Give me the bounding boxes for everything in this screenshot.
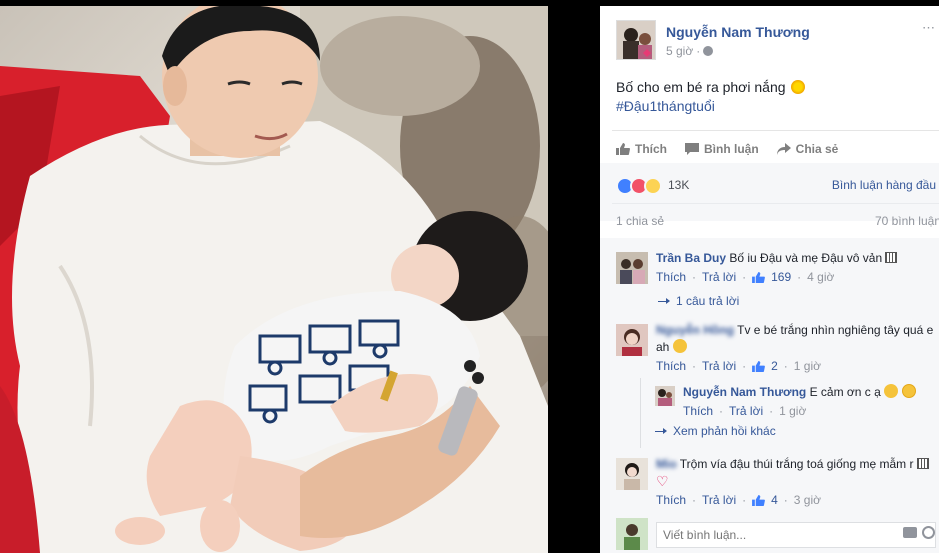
comment-actions: Thích · Trả lời · 4 · 3 giờ — [656, 492, 822, 509]
comment-time[interactable]: 1 giờ — [794, 358, 821, 375]
comment-actions: Thích · Trả lời · 2 · 1 giờ — [656, 358, 822, 375]
comment-like-count[interactable]: 4 — [771, 492, 778, 509]
reply-thread: Nguyễn Nam Thương E cảm ơn c ạ Thích · T… — [640, 378, 930, 448]
comment-time[interactable]: 4 giờ — [807, 269, 834, 286]
comment-like-count[interactable]: 2 — [771, 358, 778, 375]
author-name[interactable]: Nguyễn Nam Thương — [666, 24, 810, 40]
post-caption: Bố cho em bé ra phơi nắng — [616, 79, 786, 95]
comments-list: Trần Ba Duy Bố iu Đậu và mẹ Đậu vô vản T… — [600, 238, 939, 553]
emoji-icon — [885, 252, 898, 263]
view-replies-label: 1 câu trả lời — [676, 294, 740, 308]
share-label: Chia sẻ — [795, 142, 839, 156]
author-avatar[interactable] — [616, 20, 656, 60]
camera-icon[interactable] — [903, 527, 917, 538]
reaction-icons[interactable] — [616, 177, 662, 195]
comment-button[interactable]: Bình luận — [685, 142, 759, 156]
comment-body: Mio Trộm vía đậu thúi trắng toá giống mẹ… — [656, 456, 936, 509]
commenter-avatar[interactable] — [616, 324, 648, 356]
comment-text: Bố iu Đậu và mẹ Đậu vô vản — [729, 251, 883, 265]
post-header: Nguyễn Nam Thương 5 giờ · ⋯ — [616, 20, 936, 70]
wow-reaction-icon — [644, 177, 662, 195]
comment-actions: Thích · Trả lời · 169 · 4 giờ — [656, 269, 835, 286]
thumbs-up-icon — [616, 143, 630, 155]
globe-icon — [703, 46, 714, 56]
photo-viewer — [0, 0, 600, 553]
reply-arrow-icon — [655, 427, 667, 434]
comment-time[interactable]: 3 giờ — [794, 492, 821, 509]
comment-author[interactable]: Nguyễn Hồng — [656, 323, 734, 337]
comment-time[interactable]: 1 giờ — [779, 403, 806, 420]
view-replies-link[interactable]: 1 câu trả lời — [658, 294, 739, 308]
share-count[interactable]: 1 chia sẻ — [616, 214, 664, 228]
post-side-panel: Nguyễn Nam Thương 5 giờ · ⋯ Bố cho em bé… — [600, 6, 939, 553]
comment-reply-link[interactable]: Trả lời — [702, 358, 736, 375]
kiss-emoji-icon — [901, 384, 916, 398]
comment-body: Nguyễn Nam Thương E cảm ơn c ạ Thích · T… — [683, 384, 923, 420]
comment-actions: Thích · Trả lời · 1 giờ — [683, 403, 807, 420]
heart-emoji-icon: ♡ — [656, 473, 669, 489]
current-user-avatar — [616, 518, 648, 550]
more-options-icon[interactable]: ⋯ — [922, 20, 936, 36]
commenter-avatar[interactable] — [616, 458, 648, 490]
emoji-icon — [916, 458, 929, 469]
thumbs-up-icon — [752, 361, 766, 372]
comment-composer — [616, 518, 939, 550]
comment-reply-link[interactable]: Trả lời — [702, 492, 736, 509]
comment-like-count[interactable]: 169 — [771, 269, 791, 286]
comment-body: Nguyễn Hồng Tv e bé trắng nhìn nghiêng t… — [656, 322, 936, 375]
comment-label: Bình luận — [704, 142, 759, 156]
comment-input[interactable] — [656, 522, 936, 548]
post-photo[interactable] — [0, 6, 548, 553]
photo-illustration — [0, 6, 548, 553]
comment-count[interactable]: 70 bình luận — [875, 214, 939, 228]
comment-like-link[interactable]: Thích — [656, 269, 686, 286]
comment-like-link[interactable]: Thích — [656, 358, 686, 375]
reaction-count[interactable]: 13K — [668, 178, 689, 192]
sticker-icon[interactable] — [922, 526, 935, 539]
post-time[interactable]: 5 giờ — [666, 44, 693, 58]
thumbs-up-icon — [752, 272, 766, 283]
like-label: Thích — [635, 142, 667, 156]
commenter-avatar[interactable] — [655, 386, 675, 406]
post-text: Bố cho em bé ra phơi nắng #Đậu1thángtuổi — [616, 78, 926, 116]
comment-like-link[interactable]: Thích — [656, 492, 686, 509]
post-meta: 5 giờ · — [666, 44, 714, 58]
comment-reply-link[interactable]: Trả lời — [729, 403, 763, 420]
post-action-bar: Thích Bình luận Chia sẻ — [616, 138, 838, 160]
comment-like-link[interactable]: Thích — [683, 403, 713, 420]
commenter-avatar[interactable] — [616, 252, 648, 284]
comment-text: E cảm ơn c ạ — [809, 385, 881, 399]
comment-reply-link[interactable]: Trả lời — [702, 269, 736, 286]
post-hashtag[interactable]: #Đậu1thángtuổi — [616, 97, 926, 116]
more-replies-label: Xem phản hồi khác — [673, 424, 776, 438]
heart-eyes-emoji-icon — [884, 384, 899, 398]
divider — [612, 203, 939, 204]
comment-author[interactable]: Trần Ba Duy — [656, 251, 726, 265]
comment-author[interactable]: Mio — [656, 457, 677, 471]
sun-emoji-icon — [791, 80, 806, 94]
thumbs-up-icon — [752, 495, 766, 506]
like-button[interactable]: Thích — [616, 142, 667, 156]
reply-arrow-icon — [658, 297, 670, 304]
comment-text: Trộm vía đậu thúi trắng toá giống mẹ mẫm… — [679, 457, 914, 471]
comment-order-dropdown[interactable]: Bình luận hàng đầu — [832, 178, 936, 192]
reactions-bar: 13K Bình luận hàng đầu — [600, 163, 939, 221]
share-icon — [776, 143, 791, 155]
comment-icon — [685, 143, 699, 155]
comment-body: Trần Ba Duy Bố iu Đậu và mẹ Đậu vô vản T… — [656, 250, 936, 286]
wink-emoji-icon — [672, 339, 687, 353]
comment-author[interactable]: Nguyễn Nam Thương — [683, 385, 806, 399]
share-button[interactable]: Chia sẻ — [776, 142, 839, 156]
more-replies-link[interactable]: Xem phản hồi khác — [655, 424, 776, 438]
divider — [612, 130, 939, 131]
